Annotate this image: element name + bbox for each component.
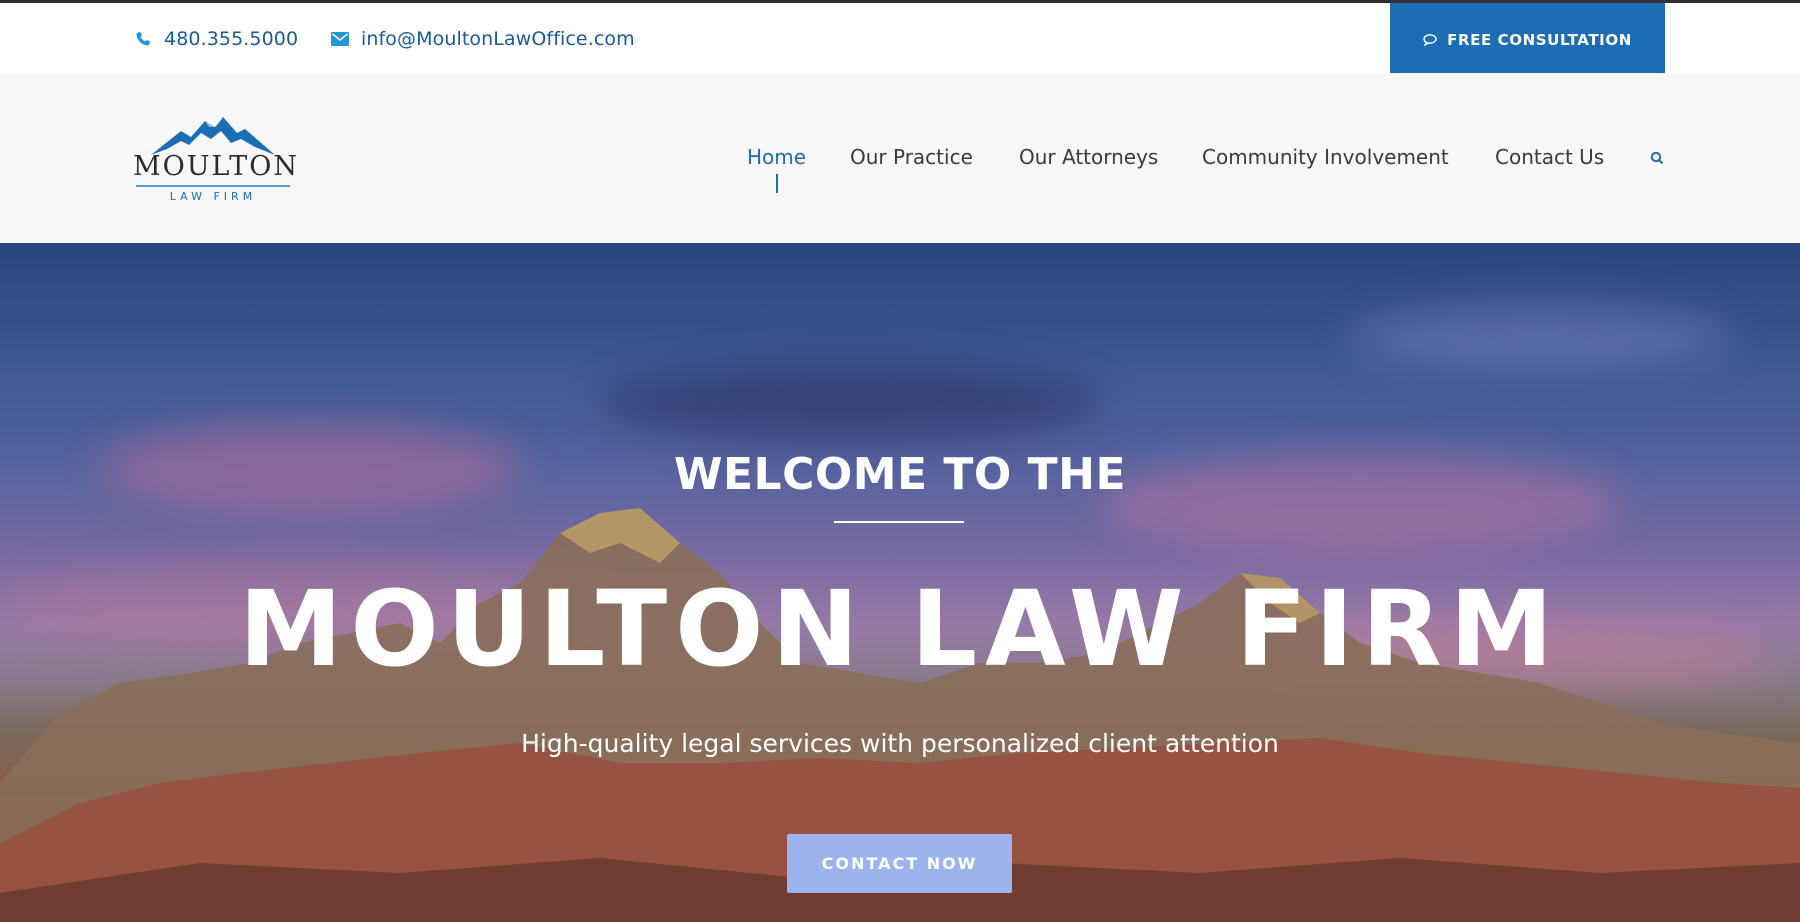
top-bar: 480.355.5000 info@MoultonLawOffice.com F…	[0, 0, 1800, 76]
logo-divider	[136, 185, 290, 187]
envelope-icon	[331, 30, 349, 48]
search-icon[interactable]	[1650, 150, 1666, 166]
free-consultation-label: FREE CONSULTATION	[1447, 30, 1632, 49]
contact-now-button[interactable]: CONTACT NOW	[787, 834, 1012, 893]
nav-community-involvement[interactable]: Community Involvement	[1202, 145, 1449, 169]
free-consultation-button[interactable]: FREE CONSULTATION	[1390, 3, 1665, 76]
nav-contact-us[interactable]: Contact Us	[1495, 145, 1604, 169]
chat-bubble-icon	[1423, 33, 1437, 46]
nav-home[interactable]: Home	[747, 145, 806, 169]
hero-divider	[834, 521, 964, 523]
hero-subtitle: High-quality legal services with persona…	[521, 729, 1279, 758]
nav-our-attorneys[interactable]: Our Attorneys	[1019, 145, 1158, 169]
site-logo[interactable]: MOULTON LAW FIRM	[133, 111, 300, 207]
phone-number: 480.355.5000	[164, 28, 299, 50]
mountain-logo-icon	[151, 117, 275, 155]
nav-our-practice[interactable]: Our Practice	[850, 145, 973, 169]
hero-section: WELCOME TO THE MOULTON LAW FIRM High-qua…	[0, 243, 1800, 922]
email-address: info@MoultonLawOffice.com	[361, 28, 635, 50]
email-contact[interactable]: info@MoultonLawOffice.com	[331, 25, 635, 53]
main-header: MOULTON LAW FIRM Home Our Practice Our A…	[0, 73, 1800, 243]
phone-contact[interactable]: 480.355.5000	[134, 25, 298, 53]
logo-subtitle: LAW FIRM	[169, 190, 257, 203]
logo-name: MOULTON	[133, 151, 300, 182]
hero-welcome-text: WELCOME TO THE	[673, 449, 1127, 500]
phone-icon	[134, 30, 152, 48]
active-nav-indicator	[776, 174, 778, 193]
hero-title: MOULTON LAW FIRM	[238, 568, 1562, 690]
